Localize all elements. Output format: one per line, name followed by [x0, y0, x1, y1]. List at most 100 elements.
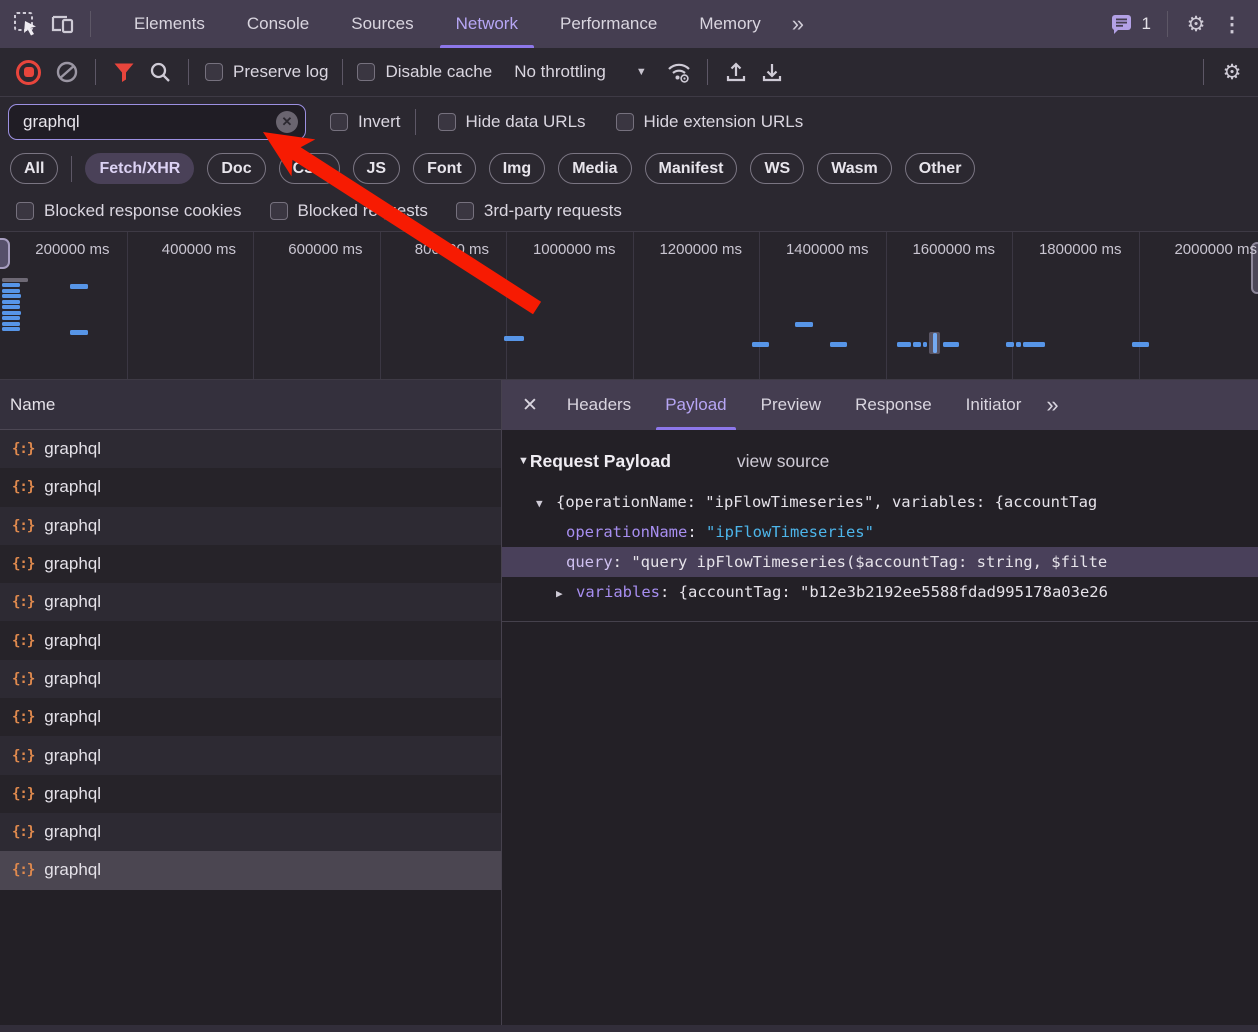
3rd-party-requests-checkbox[interactable] — [456, 202, 474, 220]
request-row[interactable]: {:}graphql — [0, 621, 501, 659]
chip-media[interactable]: Media — [558, 153, 631, 184]
invert-checkbox[interactable] — [330, 113, 348, 131]
request-row[interactable]: {:}graphql — [0, 851, 501, 889]
import-har-icon[interactable] — [718, 54, 754, 90]
search-icon[interactable] — [142, 54, 178, 90]
request-name: graphql — [44, 631, 101, 651]
timeline-gridline — [1012, 232, 1013, 379]
waterfall-bar — [2, 316, 20, 320]
chip-ws[interactable]: WS — [750, 153, 804, 184]
network-conditions-icon[interactable] — [661, 54, 697, 90]
details-tab-response[interactable]: Response — [838, 380, 949, 430]
chip-manifest[interactable]: Manifest — [645, 153, 738, 184]
disable-cache-option: Disable cache — [357, 62, 492, 82]
request-payload-section-header[interactable]: ▼ Request Payload view source — [502, 444, 1258, 478]
timeline-tick-label: 200000 ms — [24, 241, 110, 258]
tab-elements[interactable]: Elements — [113, 0, 226, 48]
hide-extension-urls-checkbox[interactable] — [616, 113, 634, 131]
details-tab-headers[interactable]: Headers — [550, 380, 648, 430]
request-row[interactable]: {:} graphql — [0, 430, 501, 468]
export-har-icon[interactable] — [754, 54, 790, 90]
chip-fetch-xhr[interactable]: Fetch/XHR — [85, 153, 194, 184]
more-details-tabs-chevron-icon[interactable]: » — [1046, 392, 1058, 418]
divider — [90, 11, 91, 37]
network-overview-timeline[interactable]: 200000 ms400000 ms600000 ms800000 ms1000… — [0, 232, 1258, 380]
chip-css[interactable]: CSS — [279, 153, 340, 184]
details-tab-preview[interactable]: Preview — [744, 380, 838, 430]
expander-closed-icon[interactable]: ▶ — [556, 579, 576, 607]
request-row[interactable]: {:}graphql — [0, 775, 501, 813]
request-row[interactable]: {:}graphql — [0, 736, 501, 774]
details-tab-payload[interactable]: Payload — [648, 380, 743, 430]
device-toolbar-icon[interactable] — [44, 6, 80, 42]
payload-line: query: "query ipFlowTimeseries($accountT… — [502, 547, 1258, 577]
request-row[interactable]: {:}graphql — [0, 545, 501, 583]
tab-performance[interactable]: Performance — [539, 0, 678, 48]
clear-filter-icon[interactable]: ✕ — [276, 111, 298, 133]
throttling-select[interactable]: No throttling ▼ — [514, 62, 647, 82]
waterfall-bar — [933, 333, 937, 353]
tab-sources[interactable]: Sources — [330, 0, 434, 48]
details-tabbar: ✕ HeadersPayloadPreviewResponseInitiator… — [502, 380, 1258, 430]
payload-text: "ipFlowTimeseries" — [706, 523, 874, 541]
waterfall-bar — [830, 342, 847, 347]
preserve-log-checkbox[interactable] — [205, 63, 223, 81]
filter-funnel-icon[interactable] — [106, 54, 142, 90]
expander-open-icon[interactable]: ▼ — [536, 489, 556, 517]
divider — [1203, 59, 1204, 85]
more-tabs-chevron-icon[interactable]: » — [782, 0, 814, 48]
main-split: Name {:}graphql{:}graphql{:}graphql{:}gr… — [0, 380, 1258, 1032]
timeline-left-handle[interactable] — [0, 238, 10, 269]
request-row[interactable]: {:}graphql — [0, 813, 501, 851]
kebab-menu-icon[interactable]: ⋮ — [1214, 6, 1250, 42]
chip-doc[interactable]: Doc — [207, 153, 265, 184]
chip-wasm[interactable]: Wasm — [817, 153, 892, 184]
clear-network-log-icon[interactable] — [49, 54, 85, 90]
request-name: graphql — [44, 439, 101, 459]
request-row[interactable]: {:}graphql — [0, 468, 501, 506]
record-button[interactable] — [16, 60, 41, 85]
payload-text: : — [613, 553, 632, 571]
request-row[interactable]: {:}graphql — [0, 698, 501, 736]
payload-line: ▶variables: {accountTag: "b12e3b2192ee55… — [502, 577, 1258, 607]
waterfall-bar — [2, 311, 21, 315]
network-toolbar: Preserve log Disable cache No throttling… — [0, 48, 1258, 97]
chip-js[interactable]: JS — [353, 153, 401, 184]
inspect-element-icon[interactable] — [8, 6, 44, 42]
requests-panel: Name {:}graphql{:}graphql{:}graphql{:}gr… — [0, 380, 502, 1032]
timeline-gridline — [633, 232, 634, 379]
blocked-requests-checkbox[interactable] — [270, 202, 288, 220]
section-expander-icon[interactable]: ▼ — [518, 455, 529, 467]
chip-other[interactable]: Other — [905, 153, 976, 184]
waterfall-bar — [913, 342, 921, 347]
network-settings-gear-icon[interactable]: ⚙ — [1214, 54, 1250, 90]
kebab-glyph: ⋮ — [1222, 12, 1242, 37]
filter-input[interactable] — [21, 111, 276, 133]
details-tab-initiator[interactable]: Initiator — [949, 380, 1039, 430]
issues-button[interactable]: 1 — [1109, 12, 1151, 36]
json-braces-icon: {:} — [12, 786, 34, 802]
request-row[interactable]: {:}graphql — [0, 583, 501, 621]
chip-img[interactable]: Img — [489, 153, 545, 184]
settings-gear-icon[interactable]: ⚙ — [1178, 6, 1214, 42]
chip-all[interactable]: All — [10, 153, 58, 184]
view-source-link[interactable]: view source — [737, 451, 829, 472]
disable-cache-label: Disable cache — [385, 62, 492, 82]
tab-memory[interactable]: Memory — [678, 0, 781, 48]
timeline-tick-label: 400000 ms — [150, 241, 236, 258]
name-column-header[interactable]: Name — [0, 380, 501, 430]
chip-font[interactable]: Font — [413, 153, 476, 184]
blocked-response-cookies-checkbox[interactable] — [16, 202, 34, 220]
request-row[interactable]: {:}graphql — [0, 660, 501, 698]
filter-option-3rd-party-requests: 3rd-party requests — [456, 201, 622, 221]
close-details-icon[interactable]: ✕ — [522, 394, 538, 417]
disable-cache-checkbox[interactable] — [357, 63, 375, 81]
tab-console[interactable]: Console — [226, 0, 330, 48]
3rd-party-requests-label: 3rd-party requests — [484, 201, 622, 221]
hide-data-urls-checkbox[interactable] — [438, 113, 456, 131]
timeline-gridline — [127, 232, 128, 379]
request-row[interactable]: {:}graphql — [0, 507, 501, 545]
json-braces-icon: {:} — [12, 441, 34, 457]
issues-bubble-icon — [1109, 12, 1134, 36]
tab-network[interactable]: Network — [435, 0, 539, 48]
